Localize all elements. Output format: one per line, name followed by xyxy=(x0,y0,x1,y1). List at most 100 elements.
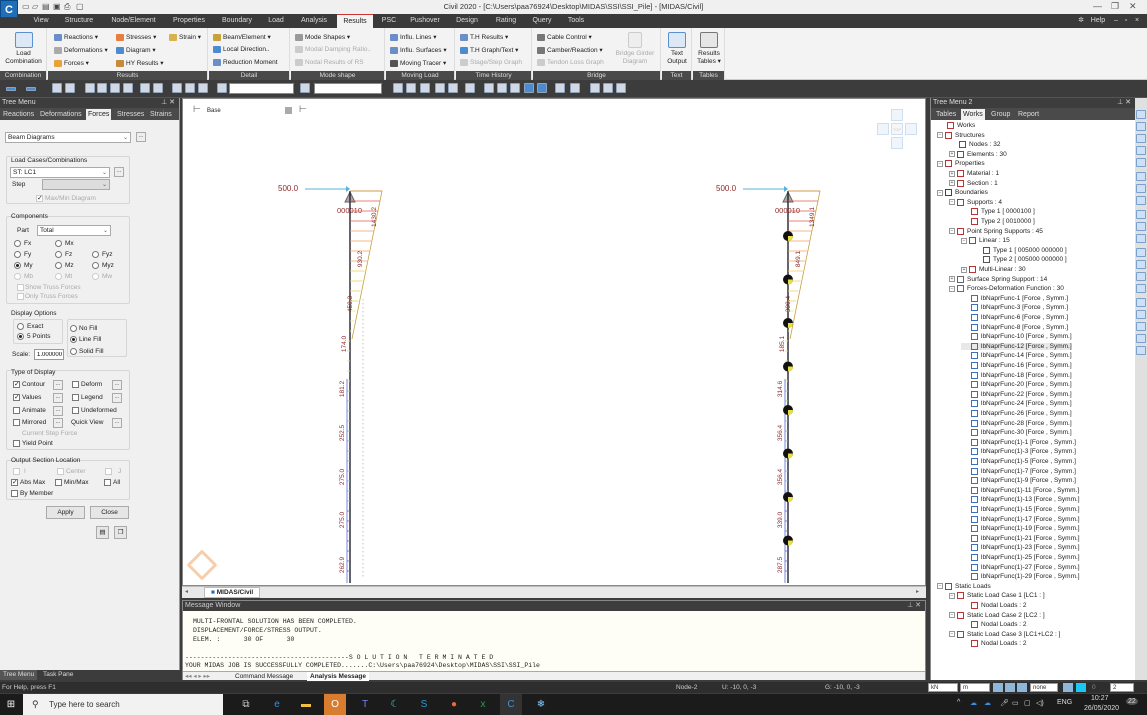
tree-item[interactable]: lbNaprFunc(1)-29 [Force , Symm.] xyxy=(961,573,1080,580)
tree-item[interactable]: lbNaprFunc-20 [Force , Symm.] xyxy=(961,381,1072,388)
volume-icon[interactable]: ◁) xyxy=(1036,699,1044,707)
active-identity-icon[interactable] xyxy=(435,83,445,93)
deform-options-button[interactable]: ... xyxy=(112,380,122,390)
th-graph-text-button[interactable]: T.H Graph/Text ▾ xyxy=(460,46,518,54)
taskbar-search[interactable]: ⚲ Type here to search xyxy=(23,694,223,715)
tree-item[interactable]: lbNaprFunc-8 [Force , Symm.] xyxy=(961,323,1068,331)
tab-analysis-message[interactable]: Analysis Message xyxy=(307,672,370,681)
tree-item[interactable]: lbNaprFunc(1)-17 [Force , Symm.] xyxy=(961,515,1080,523)
tab-analysis[interactable]: Analysis xyxy=(296,14,332,28)
tree-item[interactable]: lbNaprFunc-1 [Force , Symm.] xyxy=(961,294,1068,302)
tab-works[interactable]: Works xyxy=(961,109,985,120)
th-results-button[interactable]: T.H Results ▾ xyxy=(460,33,508,41)
collapse-icon[interactable]: − xyxy=(949,228,955,235)
onedrive-icon[interactable]: ☁ xyxy=(970,699,977,707)
play-icon[interactable] xyxy=(1017,683,1027,692)
tree-item[interactable]: lbNaprFunc-3 [Force , Symm.] xyxy=(961,304,1068,312)
subtab-deformations[interactable]: Deformations xyxy=(38,109,84,120)
min-max-checkbox[interactable] xyxy=(55,479,62,486)
tree-item[interactable]: + Material : 1 xyxy=(949,170,999,177)
diagram-type-select[interactable]: Beam Diagrams ⌄ xyxy=(5,132,131,143)
local-direction-button[interactable]: Local Direction.. xyxy=(213,46,270,53)
zoom-tool-icon[interactable] xyxy=(1136,260,1146,269)
settings-icon[interactable]: ✲ xyxy=(1075,14,1087,28)
length-unit-select[interactable]: m xyxy=(960,683,990,692)
collapse-icon[interactable]: − xyxy=(937,189,943,196)
tab-results[interactable]: Results xyxy=(337,14,373,28)
tree-item[interactable]: − Forces-Deformation Function : 30 xyxy=(949,285,1064,292)
tree-item[interactable]: − Supports : 4 xyxy=(949,198,1002,206)
zoom-tool-icon[interactable] xyxy=(1136,210,1146,219)
tab-rating[interactable]: Rating xyxy=(490,14,522,28)
tree-item[interactable]: lbNaprFunc-6 [Force , Symm.] xyxy=(961,314,1068,321)
scale-input[interactable] xyxy=(34,349,64,360)
language-indicator[interactable]: ENG xyxy=(1057,699,1072,706)
show-truss-checkbox[interactable] xyxy=(17,284,24,291)
lock-icon[interactable] xyxy=(603,83,613,93)
node-number-icon[interactable] xyxy=(555,83,565,93)
bridge-girder-diagram-button[interactable]: Bridge Girder Diagram xyxy=(613,32,657,66)
mode-shapes-button[interactable]: Mode Shapes ▾ xyxy=(295,33,350,41)
hy-results-button[interactable]: HY Results ▾ xyxy=(116,59,163,67)
battery-icon[interactable]: ▭ xyxy=(1012,699,1019,707)
radio-mx[interactable] xyxy=(55,240,62,247)
hidden-icon[interactable] xyxy=(497,83,507,93)
tree-item[interactable]: Nodal Loads : 2 xyxy=(961,621,1027,628)
tab-command-message[interactable]: Command Message xyxy=(235,672,293,681)
select-window-icon[interactable] xyxy=(65,83,75,93)
select-volume-icon[interactable] xyxy=(140,83,150,93)
snowflake-app-icon[interactable]: ❄ xyxy=(530,694,552,715)
animate-checkbox[interactable] xyxy=(13,407,20,414)
doc-restore-icon[interactable]: ▫ xyxy=(1122,14,1130,28)
select-intersect-icon[interactable] xyxy=(110,83,120,93)
render-icon[interactable] xyxy=(537,83,547,93)
deformations-button[interactable]: Deformations ▾ xyxy=(54,46,108,54)
task-view-icon[interactable]: ⧉ xyxy=(235,694,257,715)
folder-icon[interactable]: ▤ xyxy=(96,526,109,539)
tab-task-pane[interactable]: Task Pane xyxy=(40,670,76,680)
tab-node-element[interactable]: Node/Element xyxy=(106,14,161,28)
forces-button[interactable]: Forces ▾ xyxy=(54,59,89,67)
tree-item[interactable]: lbNaprFunc-30 [Force , Symm.] xyxy=(961,429,1072,436)
node-select-icon[interactable] xyxy=(300,83,310,93)
select-single-icon[interactable] xyxy=(85,83,95,93)
subtab-reactions[interactable]: Reactions xyxy=(1,109,36,120)
app-icon-c[interactable]: ☾ xyxy=(384,694,406,715)
fit-icon[interactable] xyxy=(484,83,494,93)
radio-fyz[interactable] xyxy=(92,251,99,258)
abs-max-checkbox[interactable]: ✓ xyxy=(11,479,18,486)
zoom-tool-icon[interactable] xyxy=(1136,334,1146,343)
tree-item[interactable]: lbNaprFunc-16 [Force , Symm.] xyxy=(961,362,1072,369)
expand-icon[interactable]: + xyxy=(961,266,967,273)
pin-close-icons[interactable]: ⊥ ✕ xyxy=(1117,98,1131,108)
center-checkbox[interactable] xyxy=(57,468,64,475)
diagram-button[interactable]: Diagram ▾ xyxy=(116,46,156,54)
zoom-tool-icon[interactable] xyxy=(1136,346,1146,355)
tab-group[interactable]: Group xyxy=(989,109,1012,120)
part-select[interactable]: Total ⌄ xyxy=(37,225,111,236)
clock-date[interactable]: 26/05/2020 xyxy=(1084,705,1119,712)
tree-item[interactable]: + Surface Spring Support : 14 xyxy=(949,275,1047,283)
query-icon[interactable] xyxy=(1063,683,1073,692)
radio-myz[interactable] xyxy=(92,262,99,269)
midas-taskbar-icon[interactable]: C xyxy=(500,694,522,715)
influ-surfaces-button[interactable]: Influ. Surfaces ▾ xyxy=(390,46,447,54)
powerpoint-icon[interactable]: ● xyxy=(443,694,465,715)
close-panel-button[interactable]: Close xyxy=(90,506,129,519)
select-field-1[interactable] xyxy=(229,83,294,94)
windows-start-icon[interactable]: ⊞ xyxy=(0,694,22,715)
tendon-loss-graph-button[interactable]: Tendon Loss Graph xyxy=(537,59,604,66)
radio-my[interactable] xyxy=(14,262,21,269)
animate-options-button[interactable]: ... xyxy=(53,406,63,416)
tree-item[interactable]: − Static Load Case 3 [LC1+LC2 : ] xyxy=(949,630,1060,638)
tree-item[interactable]: lbNaprFunc-12 [Force , Symm.] xyxy=(961,342,1072,351)
mirrored-options-button[interactable]: ... xyxy=(53,418,63,428)
tree-item[interactable]: lbNaprFunc(1)-19 [Force , Symm.] xyxy=(961,525,1080,532)
tab-boundary[interactable]: Boundary xyxy=(218,14,256,28)
zoom-tool-icon[interactable] xyxy=(1136,146,1146,155)
tree-item[interactable]: − Static Loads xyxy=(937,582,991,590)
tree-item[interactable]: Nodal Loads : 2 xyxy=(961,640,1027,648)
load-case-select[interactable]: ST: LC1 ⌄ xyxy=(10,167,110,178)
values-options-button[interactable]: ... xyxy=(53,393,63,403)
reduction-moment-button[interactable]: Reduction Moment xyxy=(213,59,278,66)
